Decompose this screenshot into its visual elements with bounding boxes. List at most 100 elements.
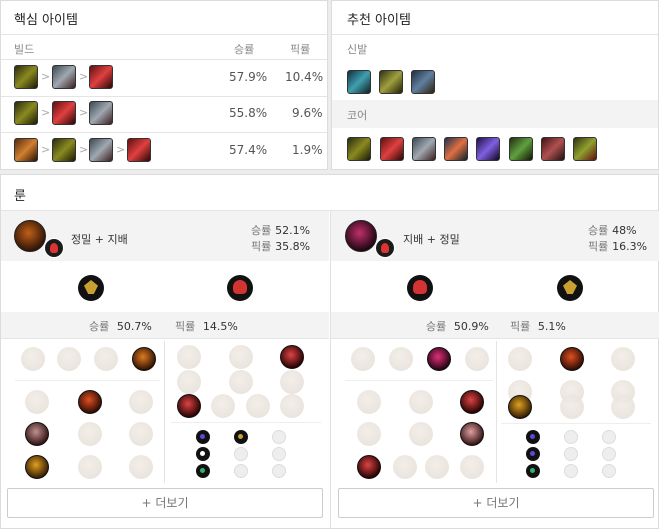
- shard-icon: [272, 464, 286, 478]
- rune-icon: [460, 455, 484, 479]
- adaptive-shard-icon: [196, 430, 210, 444]
- more-button[interactable]: + 더보기: [7, 488, 323, 518]
- build-header: 빌드: [14, 43, 35, 56]
- recommended-items-panel: 추천 아이템 신발 코어: [331, 0, 659, 170]
- eyeball-rune-icon: [460, 422, 484, 446]
- item-icon-zephyr: [14, 101, 38, 125]
- rune-icon: [465, 347, 489, 371]
- runes-panel: 룬 정밀 + 지배 승률 52.1% 픽률 35.8% 승률 50.7% 픽률 …: [0, 174, 659, 529]
- shard-icon: [234, 447, 248, 461]
- health-shard-icon: [196, 464, 210, 478]
- domination-tree-icon[interactable]: [227, 275, 253, 301]
- precision-tree-icon[interactable]: [557, 275, 583, 301]
- core-items-title: 핵심 아이템: [14, 13, 78, 28]
- rune-icon: [177, 345, 201, 369]
- domination-keystone-icon: [345, 220, 377, 252]
- recommended-items-title: 추천 아이템: [347, 13, 411, 28]
- rec-item-icon-3[interactable]: [412, 137, 436, 161]
- coup-de-grace-rune-icon: [508, 395, 532, 419]
- rune-icon: [389, 347, 413, 371]
- triumph-rune-icon: [78, 390, 102, 414]
- item-icon-boots: [14, 138, 38, 162]
- shard-icon: [272, 447, 286, 461]
- shard-icon: [602, 430, 616, 444]
- last-stand-rune-icon: [25, 455, 49, 479]
- core-label: 코어: [347, 109, 368, 122]
- legend-rune-icon: [25, 422, 49, 446]
- presence-of-mind-rune-icon: [560, 347, 584, 371]
- rec-item-icon-8[interactable]: [573, 137, 597, 161]
- rune-icon: [280, 394, 304, 418]
- rune-icon: [246, 394, 270, 418]
- rune-icon: [211, 394, 235, 418]
- shard-icon: [564, 447, 578, 461]
- domination-secondary-icon: [44, 238, 64, 258]
- treasure-hunter-rune-icon: [357, 455, 381, 479]
- rune-icon: [94, 347, 118, 371]
- rec-item-icon-6[interactable]: [509, 137, 533, 161]
- domination-tree-icon[interactable]: [407, 275, 433, 301]
- item-icon-armor: [52, 65, 76, 89]
- conqueror-rune-icon: [132, 347, 156, 371]
- precision-tree-icon[interactable]: [78, 275, 104, 301]
- rune-icon: [357, 390, 381, 414]
- pickrate-header: 픽률: [290, 43, 311, 56]
- rune-icon: [611, 395, 635, 419]
- rune-icon: [177, 370, 201, 394]
- shard-icon: [564, 430, 578, 444]
- shard-icon: [272, 430, 286, 444]
- adaptive-shard-icon: [196, 447, 210, 461]
- item-icon-armor: [89, 101, 113, 125]
- rune-icon: [351, 347, 375, 371]
- rune-icon: [129, 422, 153, 446]
- boots-icon-3[interactable]: [411, 70, 435, 94]
- winrate-header: 승률: [234, 43, 255, 56]
- rune-icon: [409, 422, 433, 446]
- item-icon-zephyr: [52, 138, 76, 162]
- rune-icon: [229, 370, 253, 394]
- rune-icon: [229, 345, 253, 369]
- rune-page-name: 지배 + 정밀: [403, 233, 460, 246]
- rune-icon: [129, 390, 153, 414]
- rune-icon: [393, 455, 417, 479]
- rune-icon: [57, 347, 81, 371]
- shard-icon: [234, 464, 248, 478]
- rec-item-icon-1[interactable]: [347, 137, 371, 161]
- item-icon-zephyr: [14, 65, 38, 89]
- shard-icon: [602, 464, 616, 478]
- shard-icon: [564, 464, 578, 478]
- adaptive-shard-icon: [526, 430, 540, 444]
- electrocute-rune-icon: [427, 347, 451, 371]
- boots-icon-2[interactable]: [379, 70, 403, 94]
- rune-icon: [177, 394, 201, 418]
- precision-secondary-icon: [375, 238, 395, 258]
- rune-icon: [508, 347, 532, 371]
- rec-item-icon-4[interactable]: [444, 137, 468, 161]
- adaptive-shard-icon: [526, 447, 540, 461]
- rune-icon: [611, 347, 635, 371]
- rune-icon: [425, 455, 449, 479]
- rune-icon: [129, 455, 153, 479]
- boots-label: 신발: [347, 43, 368, 56]
- rune-icon: [78, 455, 102, 479]
- rune-icon: [409, 390, 433, 414]
- rec-item-icon-2[interactable]: [380, 137, 404, 161]
- rune-icon: [280, 370, 304, 394]
- runes-title: 룬: [14, 189, 26, 204]
- sudden-impact-rune-icon: [460, 390, 484, 414]
- rec-item-icon-5[interactable]: [476, 137, 500, 161]
- rune-icon: [78, 422, 102, 446]
- item-icon-blade: [52, 101, 76, 125]
- item-icon-blade: [127, 138, 151, 162]
- rune-icon: [25, 390, 49, 414]
- boots-icon-1[interactable]: [347, 70, 371, 94]
- attack-speed-shard-icon: [234, 430, 248, 444]
- rune-page-name: 정밀 + 지배: [71, 233, 128, 246]
- precision-keystone-icon: [14, 220, 46, 252]
- rec-item-icon-7[interactable]: [541, 137, 565, 161]
- item-icon-blade: [89, 65, 113, 89]
- more-button[interactable]: + 더보기: [338, 488, 654, 518]
- item-icon-armor: [89, 138, 113, 162]
- core-items-panel: 핵심 아이템 빌드 승률 픽률 > > 57.9% 10.4% > > 55.8…: [0, 0, 328, 170]
- rune-icon: [280, 345, 304, 369]
